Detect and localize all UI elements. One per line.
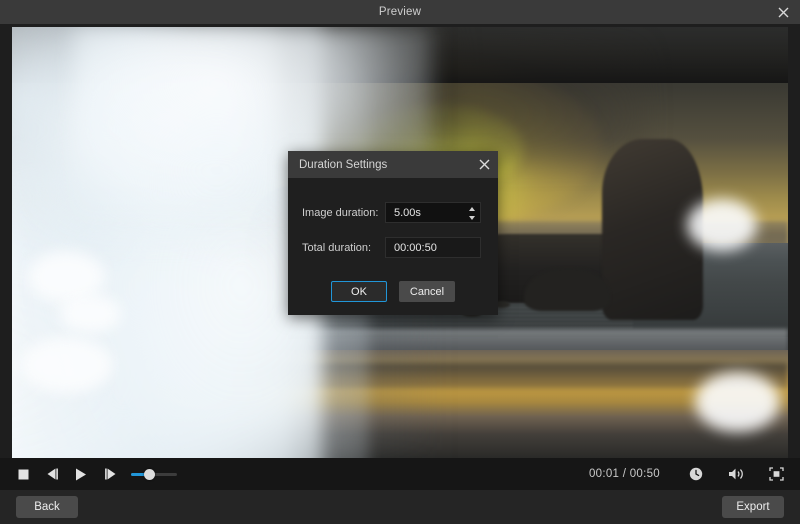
total-duration-value: 00:00:50 <box>394 241 437 254</box>
fog-puff <box>694 371 781 433</box>
total-duration-label: Total duration: <box>302 241 372 254</box>
total-duration-row: Total duration: 00:00:50 <box>288 237 498 258</box>
fullscreen-icon[interactable] <box>764 462 788 486</box>
previous-frame-glyph <box>47 468 58 480</box>
speaker-icon[interactable] <box>724 462 748 486</box>
stop-icon[interactable] <box>12 463 34 485</box>
back-button[interactable]: Back <box>16 496 78 518</box>
dialog-button-row: OK Cancel <box>288 281 498 302</box>
time-display: 00:01 / 00:50 <box>588 468 660 480</box>
clock-icon[interactable] <box>684 462 708 486</box>
window-titlebar: Preview <box>0 0 800 24</box>
fog-puff <box>687 199 757 252</box>
stepper-down-icon[interactable] <box>468 215 475 220</box>
volume-knob[interactable] <box>144 469 155 480</box>
close-glyph <box>778 7 788 17</box>
next-frame-glyph <box>104 468 115 480</box>
playback-controls-bar: 00:01 / 00:50 <box>0 458 800 490</box>
previous-frame-icon[interactable] <box>41 463 63 485</box>
image-duration-value: 5.00s <box>394 206 421 219</box>
next-frame-icon[interactable] <box>99 463 121 485</box>
fog-puff <box>58 294 121 333</box>
preview-window: Preview 00:01 / 00:50 Back Export Durati… <box>0 0 800 524</box>
dialog-close-icon[interactable] <box>470 151 498 178</box>
image-duration-label: Image duration: <box>302 206 379 219</box>
clock-glyph <box>689 467 703 481</box>
image-duration-stepper[interactable] <box>466 204 477 222</box>
fullscreen-glyph <box>768 467 784 481</box>
stepper-up-icon[interactable] <box>468 206 475 211</box>
play-icon[interactable] <box>70 463 92 485</box>
window-title: Preview <box>378 6 422 18</box>
total-duration-field: 00:00:50 <box>385 237 481 258</box>
speaker-glyph <box>728 468 743 480</box>
close-icon[interactable] <box>766 0 800 24</box>
image-duration-row: Image duration: 5.00s <box>288 202 498 223</box>
duration-settings-dialog: Duration Settings Image duration: 5.00s … <box>288 151 498 315</box>
dialog-title: Duration Settings <box>299 158 388 171</box>
image-duration-input[interactable]: 5.00s <box>385 202 481 223</box>
footer-bar: Back Export <box>0 490 800 524</box>
fog-puff <box>19 337 113 394</box>
dialog-titlebar: Duration Settings <box>288 151 498 178</box>
cancel-button[interactable]: Cancel <box>399 281 455 302</box>
ok-button[interactable]: OK <box>331 281 387 302</box>
stop-glyph <box>18 469 28 479</box>
volume-slider[interactable] <box>131 466 177 482</box>
close-glyph <box>479 159 489 170</box>
play-glyph <box>76 468 86 480</box>
export-button[interactable]: Export <box>722 496 784 518</box>
rock-cluster <box>524 268 610 312</box>
